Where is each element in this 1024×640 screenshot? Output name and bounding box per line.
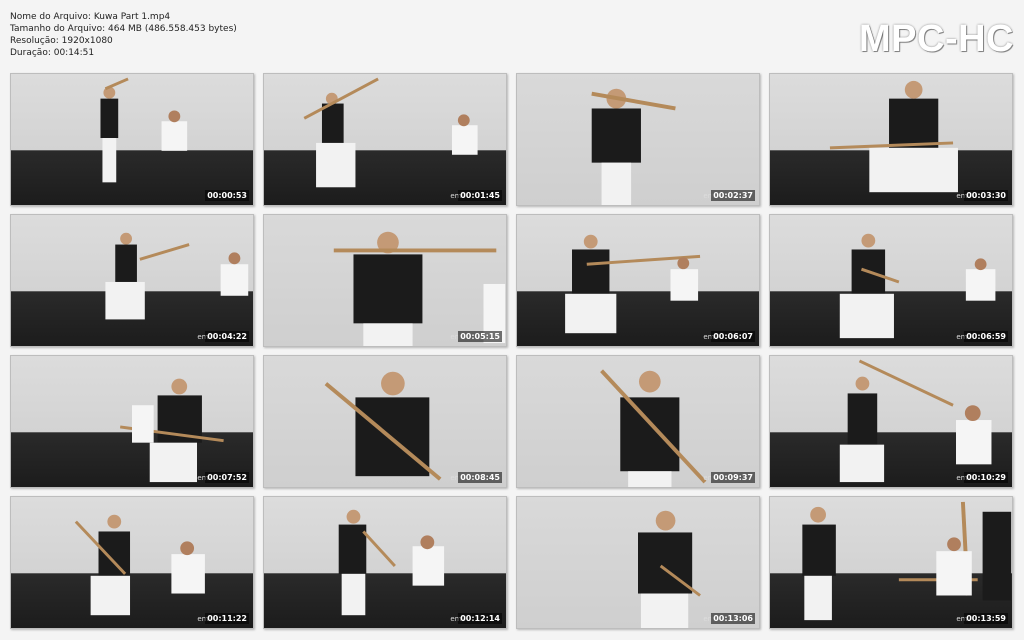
timestamp: 00:06:07 (711, 331, 755, 342)
timestamp: 00:02:37 (711, 190, 755, 201)
thumbnail-7[interactable]: em7 00:06:07 (516, 214, 760, 347)
thumbnail-2[interactable]: em7 00:01:45 (263, 73, 507, 206)
thumbnail-10[interactable]: em7 00:08:45 (263, 355, 507, 488)
timestamp: 00:11:22 (205, 613, 249, 624)
timestamp: 00:09:37 (711, 472, 755, 483)
scene-image (802, 501, 1012, 621)
timestamp: 00:08:45 (458, 472, 502, 483)
thumbnail-12[interactable]: em7 00:10:29 (769, 355, 1013, 488)
thumbnail-3[interactable]: em7 00:02:37 (516, 73, 760, 206)
thumbnail-16[interactable]: em7 00:13:59 (769, 496, 1013, 629)
timestamp: 00:05:15 (458, 331, 502, 342)
scene-image (565, 234, 701, 334)
scene-image (74, 514, 205, 616)
thumbnail-9[interactable]: em7 00:07:52 (10, 355, 254, 488)
thumbnail-13[interactable]: em7 00:11:22 (10, 496, 254, 629)
thumbnail-15[interactable]: em7 00:13:06 (516, 496, 760, 629)
timestamp: 00:10:29 (964, 472, 1008, 483)
scene-image (839, 359, 992, 483)
thumbnail-4[interactable]: em7 00:03:30 (769, 73, 1013, 206)
timestamp: 00:01:45 (458, 190, 502, 201)
scene-image (333, 231, 506, 346)
thumbnail-1[interactable]: 00:00:53 (10, 73, 254, 206)
scene-image (829, 80, 958, 193)
timestamp: 00:00:53 (205, 190, 249, 201)
timestamp: 00:12:14 (458, 613, 502, 624)
scene-image (591, 88, 676, 205)
file-info: Nome do Arquivo: Kuwa Part 1.mp4 Tamanho… (10, 11, 237, 59)
scene-image (100, 77, 188, 183)
scene-image (105, 232, 249, 320)
timestamp: 00:04:22 (205, 331, 249, 342)
timestamp: 00:13:06 (711, 613, 755, 624)
thumbnail-6[interactable]: em7 00:05:15 (263, 214, 507, 347)
scene-image (303, 77, 478, 188)
file-size: Tamanho do Arquivo: 464 MB (486.558.453 … (10, 24, 237, 34)
timestamp: 00:07:52 (205, 472, 249, 483)
scene-image (839, 233, 996, 339)
mpc-hc-logo: MPC-HC (859, 18, 1014, 60)
timestamp: 00:06:59 (964, 331, 1008, 342)
scene-image (600, 369, 707, 487)
timestamp: 00:03:30 (964, 190, 1008, 201)
resolution: Resolução: 1920x1080 (10, 36, 113, 46)
thumbnail-8[interactable]: em7 00:06:59 (769, 214, 1013, 347)
scene-image (338, 509, 445, 616)
thumbnail-11[interactable]: em7 00:09:37 (516, 355, 760, 488)
timestamp: 00:13:59 (964, 613, 1008, 624)
thumbnail-5[interactable]: em7 00:04:22 (10, 214, 254, 347)
thumbnail-grid: 00:00:53 em7 00:01:45 em7 00:02:37 em7 0… (10, 73, 1015, 629)
file-name: Nome do Arquivo: Kuwa Part 1.mp4 (10, 12, 171, 22)
scene-image (119, 378, 224, 483)
scene-image (324, 371, 442, 481)
duration: Duração: 00:14:51 (10, 48, 95, 58)
scene-image (638, 510, 701, 628)
thumbnail-14[interactable]: em7 00:12:14 (263, 496, 507, 629)
